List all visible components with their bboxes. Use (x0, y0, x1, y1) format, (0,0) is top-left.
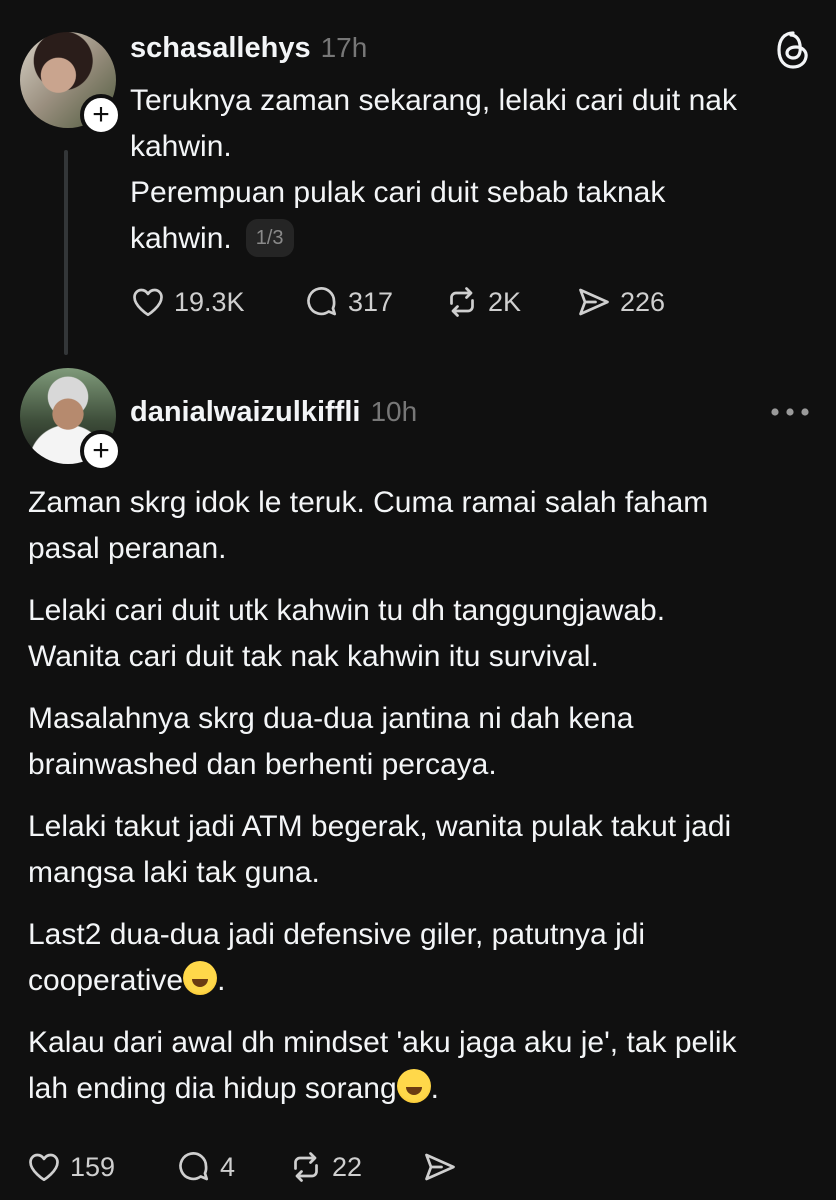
timestamp: 10h (370, 396, 418, 427)
text-line: Perempuan pulak cari duit sebab taknak (130, 176, 666, 209)
like-count: 159 (70, 1151, 116, 1182)
reply-count: 317 (348, 286, 394, 317)
send-icon (579, 288, 609, 316)
text-fragment: kahwin. (130, 222, 232, 255)
like-button[interactable]: 159 (26, 1149, 176, 1185)
text-line: kahwin. 1/3 (130, 216, 810, 262)
threads-feed: + schasallehys 17h Teruknya zaman sekaran… (0, 0, 836, 1200)
text-line: Kalau dari awal dh mindset 'aku jaga aku… (28, 1026, 737, 1059)
text-fragment: lah ending dia hidup sorang (28, 1072, 397, 1105)
post1-header: schasallehys 17h (130, 32, 367, 65)
like-button[interactable]: 19.3K (130, 284, 304, 320)
follow-button[interactable]: + (80, 94, 122, 136)
reply-count: 4 (220, 1151, 236, 1182)
comment-icon (307, 287, 337, 316)
text-line: brainwashed dan berhenti percaya. (28, 748, 497, 781)
text-line: pasal peranan. (28, 532, 227, 565)
repost-button[interactable]: 22 (288, 1149, 422, 1185)
text-line: mangsa laki tak guna. (28, 856, 320, 889)
text-line: Last2 dua-dua jadi defensive giler, patu… (28, 918, 646, 951)
repost-count: 22 (332, 1151, 363, 1182)
post1-actions: 19.3K 317 2K 226 (130, 284, 665, 320)
post2-text: Zaman skrg idok le teruk. Cuma ramai sal… (28, 480, 818, 1112)
post2-header: danialwaizulkiffli 10h (130, 396, 417, 429)
comment-icon (179, 1152, 209, 1181)
repost-icon (294, 1152, 318, 1182)
follow-button[interactable]: + (80, 430, 122, 472)
repost-icon (450, 287, 474, 317)
text-line: cooperative. (28, 958, 818, 1004)
username[interactable]: schasallehys (130, 32, 311, 64)
timestamp: 17h (320, 32, 368, 63)
repost-count: 2K (488, 286, 522, 317)
threads-logo-icon[interactable] (776, 30, 810, 75)
heart-icon (29, 1153, 59, 1182)
post1-text: Teruknya zaman sekarang, lelaki cari dui… (130, 78, 810, 262)
text-line: Lelaki takut jadi ATM begerak, wanita pu… (28, 810, 732, 843)
text-fragment: . (217, 964, 226, 997)
text-line: kahwin. (130, 130, 232, 163)
text-line: Masalahnya skrg dua-dua jantina ni dah k… (28, 702, 634, 735)
text-fragment: cooperative (28, 964, 184, 997)
like-count: 19.3K (174, 286, 245, 317)
username[interactable]: danialwaizulkiffli (130, 396, 360, 428)
share-count: 226 (620, 286, 666, 317)
repost-button[interactable]: 2K (444, 284, 576, 320)
text-line: Zaman skrg idok le teruk. Cuma ramai sal… (28, 486, 709, 519)
more-icon[interactable] (768, 404, 812, 425)
text-fragment: . (430, 1072, 439, 1105)
reply-button[interactable]: 317 (304, 284, 444, 320)
avatar-danialwaizulkiffli[interactable]: + (20, 368, 122, 472)
thread-line (64, 150, 68, 355)
heart-icon (133, 288, 163, 317)
text-line: Wanita cari duit tak nak kahwin itu surv… (28, 640, 599, 673)
send-icon (425, 1153, 455, 1181)
sweat-smile-emoji (183, 961, 218, 995)
reply-button[interactable]: 4 (176, 1149, 288, 1185)
share-button[interactable]: 226 (576, 284, 665, 320)
text-line: lah ending dia hidup sorang. (28, 1066, 818, 1112)
post2-actions: 159 4 22 (26, 1149, 458, 1185)
text-line: Teruknya zaman sekarang, lelaki cari dui… (130, 84, 737, 117)
share-button[interactable] (422, 1149, 458, 1185)
hand-over-mouth-emoji (396, 1069, 431, 1103)
avatar-schasallehys[interactable]: + (20, 32, 122, 136)
text-line: Lelaki cari duit utk kahwin tu dh tanggu… (28, 594, 666, 627)
thread-page-indicator: 1/3 (245, 219, 294, 257)
